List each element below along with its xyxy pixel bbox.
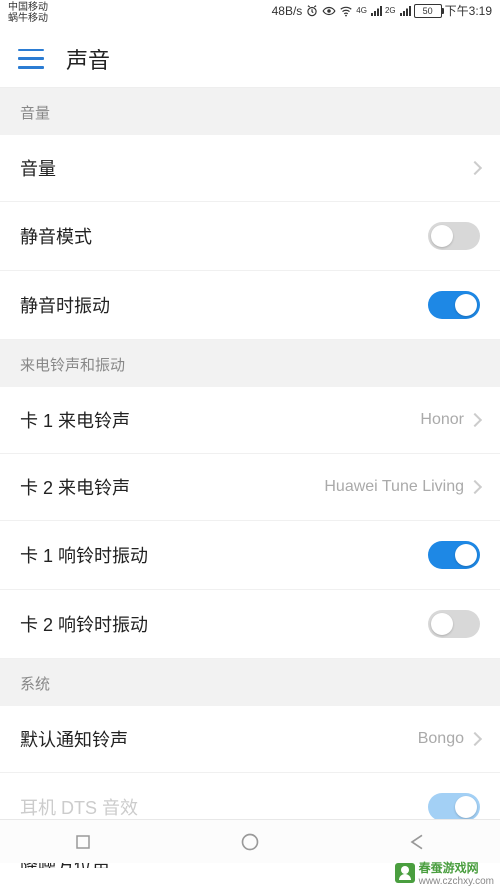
- nav-back-button[interactable]: [397, 822, 437, 862]
- sim1-ringtone-row[interactable]: 卡 1 来电铃声 Honor: [0, 387, 500, 454]
- sim2-vibrate-ring-label: 卡 2 响铃时振动: [20, 611, 148, 637]
- section-volume: 音量: [0, 88, 500, 135]
- sim2-ringtone-row[interactable]: 卡 2 来电铃声 Huawei Tune Living: [0, 454, 500, 521]
- nav-recent-button[interactable]: [63, 822, 103, 862]
- vibrate-silent-row[interactable]: 静音时振动: [0, 271, 500, 340]
- sim2-vibrate-ring-row[interactable]: 卡 2 响铃时振动: [0, 590, 500, 659]
- carrier-2: 蜗牛移动: [8, 13, 48, 24]
- sim1-vibrate-ring-toggle[interactable]: [428, 541, 480, 569]
- status-time: 下午3:19: [445, 2, 492, 19]
- silent-mode-row[interactable]: 静音模式: [0, 202, 500, 271]
- default-notification-value: Bongo: [418, 730, 464, 748]
- volume-label: 音量: [20, 155, 56, 181]
- sim1-ringtone-value: Honor: [420, 411, 464, 429]
- watermark: 春蚕游戏网 www.czchxy.com: [395, 859, 494, 887]
- app-header: 声音: [0, 30, 500, 88]
- silent-mode-toggle[interactable]: [428, 222, 480, 250]
- section-system: 系统: [0, 659, 500, 706]
- section-ringtone: 来电铃声和振动: [0, 340, 500, 387]
- signal-2-icon: [399, 5, 411, 17]
- volume-row[interactable]: 音量: [0, 135, 500, 202]
- sim2-ringtone-value: Huawei Tune Living: [324, 478, 464, 496]
- wifi-icon: [339, 4, 353, 18]
- page-title: 声音: [66, 43, 110, 75]
- vibrate-silent-toggle[interactable]: [428, 291, 480, 319]
- chevron-icon: [468, 413, 482, 427]
- net-4g: 4G: [356, 6, 367, 15]
- alarm-icon: [305, 4, 319, 18]
- sim1-ringtone-label: 卡 1 来电铃声: [20, 407, 130, 433]
- signal-1-icon: [370, 5, 382, 17]
- chevron-icon: [468, 161, 482, 175]
- status-carriers: 中国移动 蜗牛移动: [8, 2, 48, 24]
- net-2g: 2G: [385, 6, 396, 15]
- dts-headphone-label: 耳机 DTS 音效: [20, 794, 138, 820]
- sim2-vibrate-ring-toggle[interactable]: [428, 610, 480, 638]
- chevron-icon: [468, 732, 482, 746]
- status-bar: 中国移动 蜗牛移动 48B/s 4G 2G 50 下午3:19: [0, 0, 500, 30]
- default-notification-row[interactable]: 默认通知铃声 Bongo: [0, 706, 500, 773]
- sim1-vibrate-ring-row[interactable]: 卡 1 响铃时振动: [0, 521, 500, 590]
- nav-home-button[interactable]: [230, 822, 270, 862]
- dts-headphone-toggle: [428, 793, 480, 821]
- android-nav-bar: [0, 819, 500, 863]
- watermark-name: 春蚕游戏网: [419, 859, 494, 876]
- watermark-url: www.czchxy.com: [419, 876, 494, 887]
- vibrate-silent-label: 静音时振动: [20, 292, 110, 318]
- default-notification-label: 默认通知铃声: [20, 726, 128, 752]
- status-right: 48B/s 4G 2G 50 下午3:19: [272, 2, 492, 19]
- sim2-ringtone-label: 卡 2 来电铃声: [20, 474, 130, 500]
- menu-icon[interactable]: [18, 49, 44, 69]
- battery-level: 50: [423, 6, 433, 16]
- eye-icon: [322, 4, 336, 18]
- data-rate: 48B/s: [272, 4, 303, 18]
- watermark-icon: [395, 863, 415, 883]
- carrier-1: 中国移动: [8, 2, 48, 13]
- battery-icon: 50: [414, 4, 442, 18]
- sim1-vibrate-ring-label: 卡 1 响铃时振动: [20, 542, 148, 568]
- chevron-icon: [468, 480, 482, 494]
- silent-mode-label: 静音模式: [20, 223, 92, 249]
